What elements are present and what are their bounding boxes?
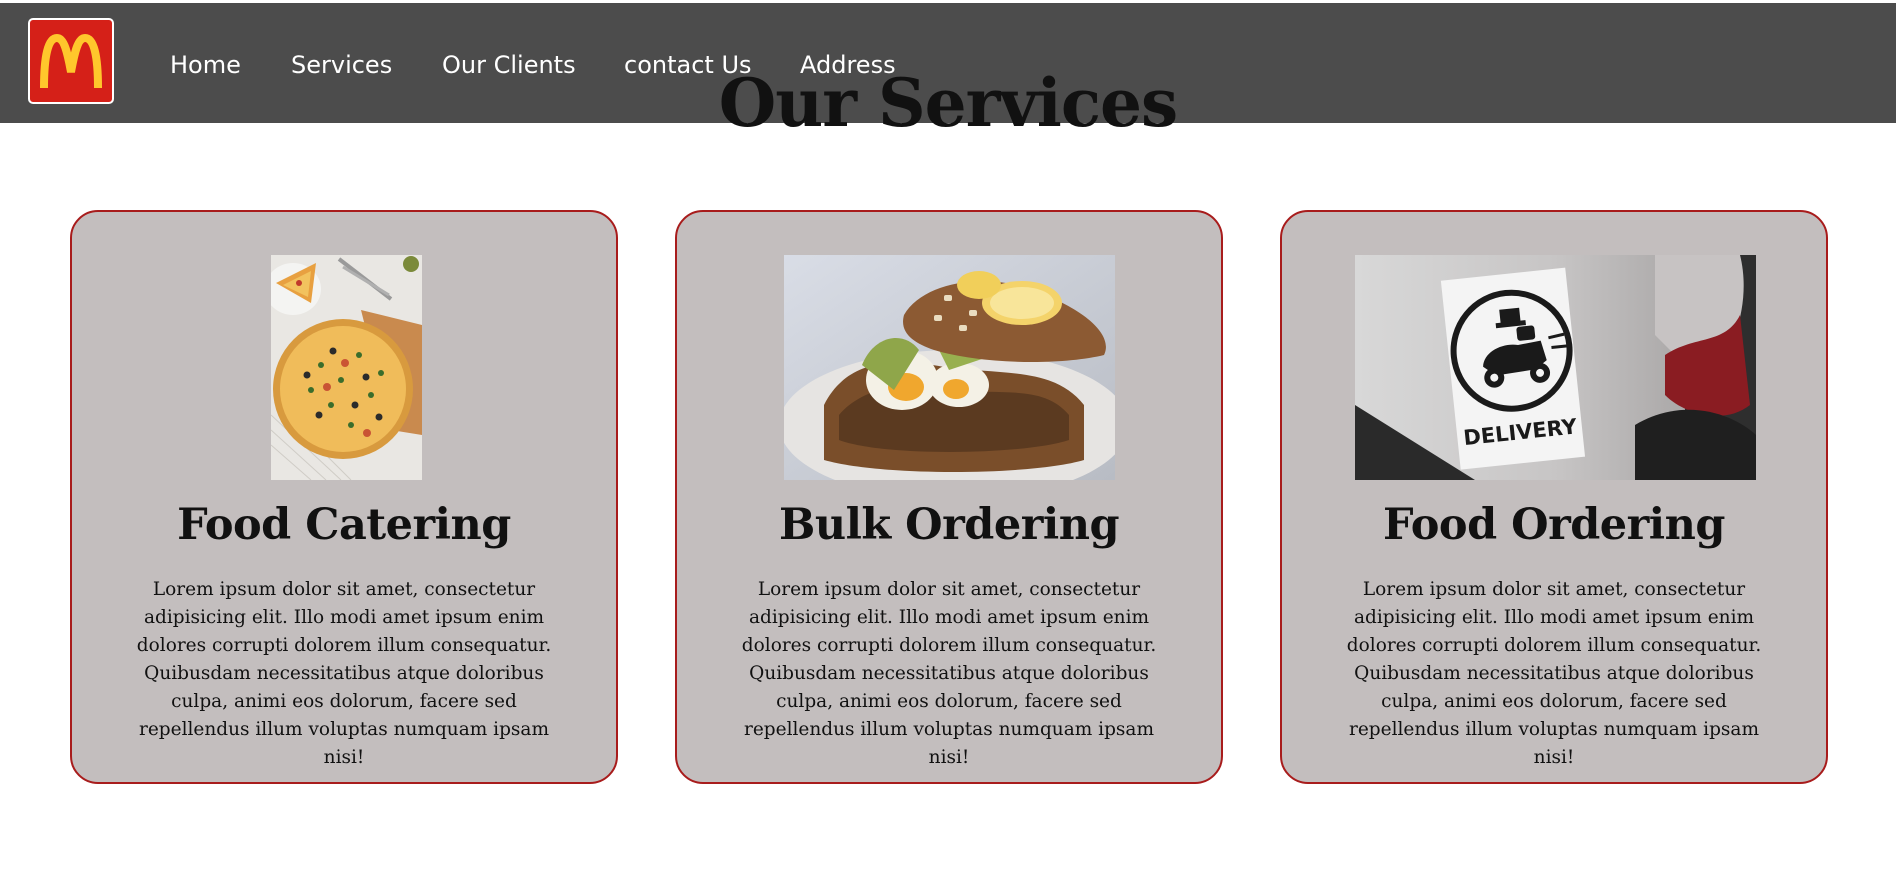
page-title: Our Services [718, 64, 1178, 142]
card-title: Bulk Ordering [778, 500, 1120, 550]
card-title: Food Ordering [1383, 500, 1725, 550]
service-card-food-ordering: DELIVERY Food Ordering Lorem ipsum dolor… [1280, 210, 1828, 784]
pizza-photo [271, 255, 422, 480]
card-title: Food Catering [177, 500, 511, 550]
delivery-photo: DELIVERY [1355, 255, 1756, 480]
card-description: Lorem ipsum dolor sit amet, consectetur … [136, 579, 552, 768]
card-description: Lorem ipsum dolor sit amet, consectetur … [1346, 579, 1762, 768]
card-description: Lorem ipsum dolor sit amet, consectetur … [741, 579, 1157, 768]
sandwich-photo [784, 255, 1115, 480]
service-card-food-catering: Food Catering Lorem ipsum dolor sit amet… [70, 210, 618, 784]
service-card-bulk-ordering: Bulk Ordering Lorem ipsum dolor sit amet… [675, 210, 1223, 784]
